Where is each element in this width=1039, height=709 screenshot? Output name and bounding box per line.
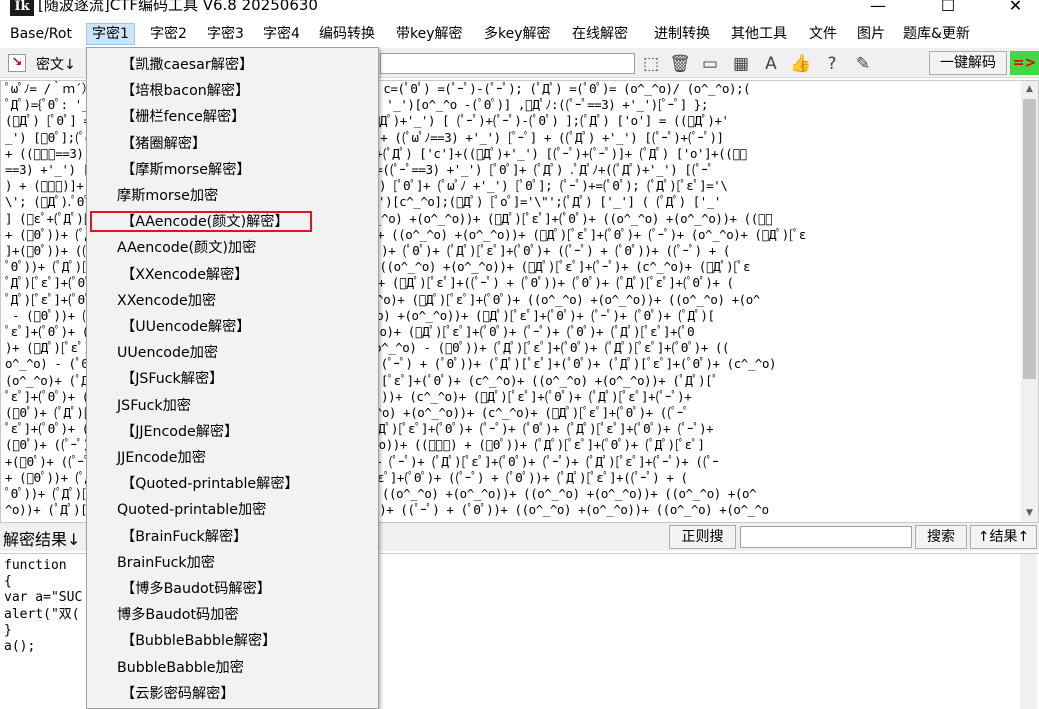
result-text-content: function {var a="SUC alert("双(} a(); bbox=[4, 558, 82, 655]
menu-base-rot[interactable]: Base/Rot bbox=[5, 23, 77, 45]
cipher-scrollbar[interactable]: ▲ ▼ bbox=[1021, 81, 1038, 522]
scrollbar-thumb[interactable] bbox=[1023, 99, 1036, 379]
dropdown-item[interactable]: 【JSFuck解密】 bbox=[89, 366, 376, 392]
dropdown-item[interactable]: 【XXencode解密】 bbox=[89, 262, 376, 288]
menu-base-convert[interactable]: 进制转换 bbox=[649, 23, 715, 45]
app-icon: Ik bbox=[10, 0, 34, 16]
dropdown-item[interactable]: 【UUencode解密】 bbox=[89, 314, 376, 340]
dropdown-item[interactable]: 【BubbleBabble解密】 bbox=[89, 628, 376, 654]
help-icon[interactable]: ? bbox=[821, 53, 843, 75]
trash-icon[interactable]: 🗑 bbox=[669, 53, 691, 75]
close-button[interactable]: ✕ bbox=[992, 0, 1039, 20]
dropdown-item[interactable]: 【JJEncode解密】 bbox=[89, 419, 376, 445]
scroll-down-icon[interactable]: ▼ bbox=[1021, 505, 1038, 522]
dropdown-item[interactable]: 【培根bacon解密】 bbox=[89, 78, 376, 104]
menu-zimi4[interactable]: 字密4 bbox=[258, 23, 305, 45]
scroll-up-icon[interactable]: ▲ bbox=[1021, 81, 1038, 98]
dropdown-item[interactable]: Quoted-printable加密 bbox=[89, 497, 376, 523]
menu-zimi1[interactable]: 字密1 bbox=[86, 23, 135, 45]
dropdown-item[interactable]: 【摩斯morse解密】 bbox=[89, 157, 376, 183]
menu-other-tools[interactable]: 其他工具 bbox=[726, 23, 792, 45]
dropdown-item[interactable]: AAencode(颜文)加密 bbox=[89, 235, 376, 261]
menu-zimi2[interactable]: 字密2 bbox=[145, 23, 192, 45]
menu-image[interactable]: 图片 bbox=[852, 23, 890, 45]
menu-library-update[interactable]: 题库&更新 bbox=[898, 23, 975, 45]
result-line: { bbox=[4, 574, 12, 590]
highlight-box bbox=[90, 211, 312, 232]
dropdown-item[interactable]: 摩斯morse加密 bbox=[89, 183, 376, 209]
edit-icon[interactable]: ✎ bbox=[852, 53, 874, 75]
search-input[interactable] bbox=[740, 526, 912, 548]
result-line: function bbox=[4, 558, 75, 573]
dropdown-item[interactable]: 博多Baudot码加密 bbox=[89, 602, 376, 628]
dropdown-item[interactable]: 【Quoted-printable解密】 bbox=[89, 471, 376, 497]
title-bar: Ik [随波逐流]CTF编码工具 V6.8 20250630 — ☐ ✕ bbox=[0, 0, 1039, 20]
menu-online-decrypt[interactable]: 在线解密 bbox=[567, 23, 633, 45]
dropdown-item[interactable]: 【栅栏fence解密】 bbox=[89, 104, 376, 130]
dropdown-item[interactable]: 【猪圈解密】 bbox=[89, 131, 376, 157]
one-click-decode-button[interactable]: 一键解码 bbox=[929, 51, 1007, 75]
result-nav-button[interactable]: ↑结果↑ bbox=[970, 525, 1037, 549]
dropdown-item[interactable]: JJEncode加密 bbox=[89, 445, 376, 471]
menu-file[interactable]: 文件 bbox=[804, 23, 842, 45]
dropdown-item[interactable]: 【云影密码解密】 bbox=[89, 681, 376, 707]
key-input[interactable] bbox=[380, 53, 635, 74]
zimi1-dropdown-menu: 【凯撒caesar解密】 【培根bacon解密】 【栅栏fence解密】 【猪圈解密】… bbox=[86, 47, 379, 709]
cipher-label: 密文↓ bbox=[36, 57, 76, 73]
calculator-icon[interactable]: ▦ bbox=[730, 53, 752, 75]
arrow-indicator[interactable]: => bbox=[1010, 51, 1039, 75]
search-button[interactable]: 搜索 bbox=[915, 525, 967, 549]
result-label: 解密结果↓ bbox=[3, 530, 81, 549]
result-scrollbar[interactable] bbox=[1020, 554, 1037, 709]
dropdown-item[interactable]: JSFuck加密 bbox=[89, 393, 376, 419]
menu-bar: Base/Rot 字密1 字密2 字密3 字密4 编码转换 带key解密 多ke… bbox=[0, 20, 1039, 47]
mode-toggle-icon[interactable]: ↘ bbox=[8, 54, 26, 72]
dropdown-item[interactable]: 【BrainFuck解密】 bbox=[89, 524, 376, 550]
dropdown-item[interactable]: UUencode加密 bbox=[89, 340, 376, 366]
maximize-button[interactable]: ☐ bbox=[925, 0, 971, 20]
menu-multikey-decrypt[interactable]: 多key解密 bbox=[479, 23, 556, 45]
font-icon[interactable]: A bbox=[760, 53, 782, 75]
result-line: } bbox=[4, 622, 12, 638]
menu-zimi3[interactable]: 字密3 bbox=[202, 23, 249, 45]
dropdown-item[interactable]: XXencode加密 bbox=[89, 288, 376, 314]
terminal-icon[interactable]: ▭ bbox=[699, 53, 721, 75]
window-title: [随波逐流]CTF编码工具 V6.8 20250630 bbox=[38, 0, 318, 14]
dropdown-item[interactable]: 【博多Baudot码解密】 bbox=[89, 576, 376, 602]
dropdown-item[interactable]: 【凯撒caesar解密】 bbox=[89, 52, 376, 78]
menu-encoding-convert[interactable]: 编码转换 bbox=[314, 23, 380, 45]
select-pointer-icon[interactable]: ⬚ bbox=[640, 53, 662, 75]
dropdown-item[interactable]: BubbleBabble加密 bbox=[89, 655, 376, 681]
dropdown-item[interactable]: BrainFuck加密 bbox=[89, 550, 376, 576]
menu-key-decrypt[interactable]: 带key解密 bbox=[391, 23, 468, 45]
minimize-button[interactable]: — bbox=[855, 0, 901, 20]
result-line: a(); bbox=[4, 639, 36, 655]
regex-search-button[interactable]: 正则搜 bbox=[669, 525, 736, 549]
thumbs-up-icon[interactable]: 👍 bbox=[790, 53, 812, 75]
result-line: var a="SUC bbox=[4, 590, 83, 606]
result-line: alert("双( bbox=[4, 606, 80, 622]
